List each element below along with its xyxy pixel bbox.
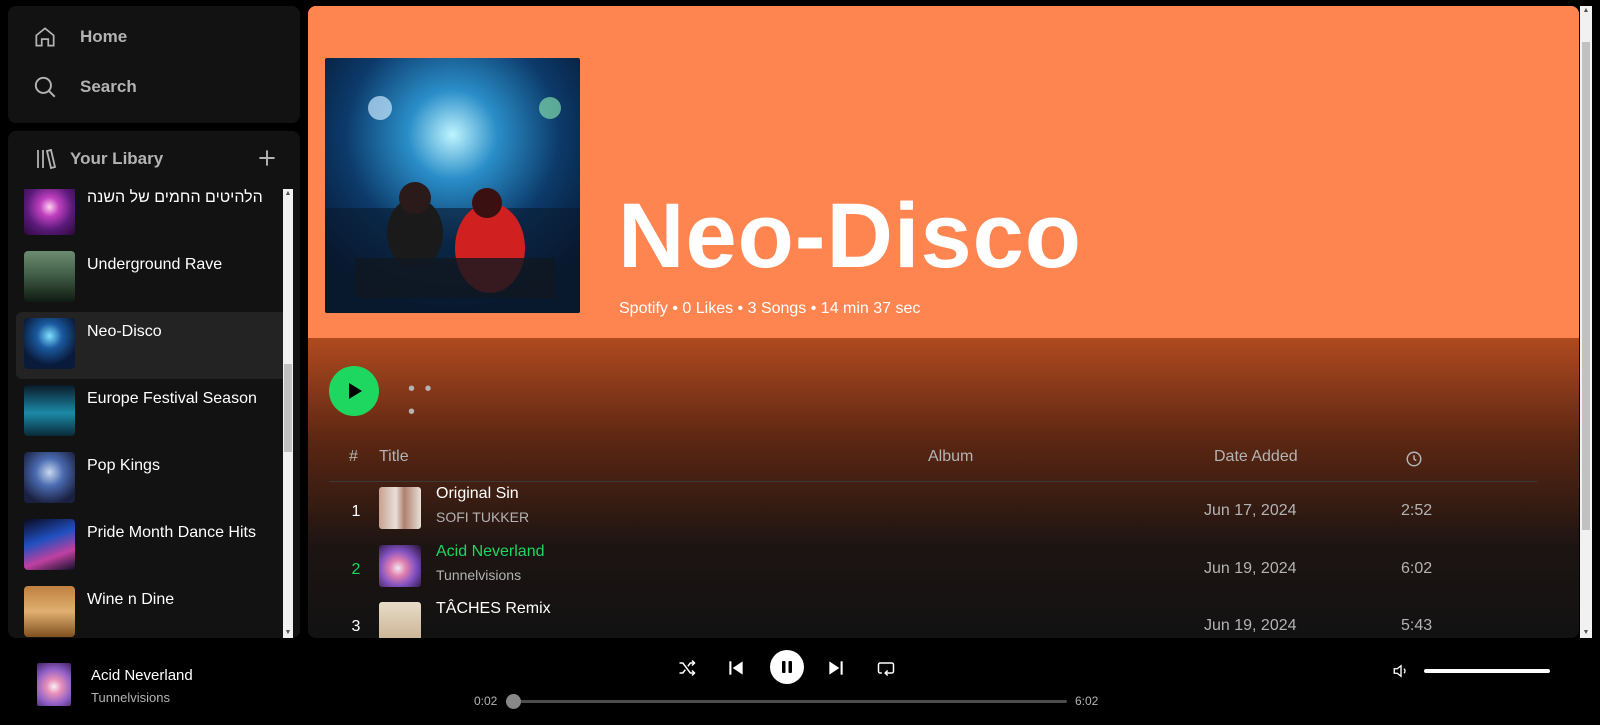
skip-back-icon bbox=[729, 661, 743, 675]
library-item-label: Europe Festival Season bbox=[87, 390, 257, 407]
track-number: 2 bbox=[351, 561, 361, 578]
nav-search-label: Search bbox=[80, 77, 137, 96]
track-duration: 6:02 bbox=[1401, 560, 1433, 577]
main-scroll-thumb[interactable] bbox=[1582, 42, 1590, 530]
now-playing-cover bbox=[37, 663, 71, 706]
playlist-cover bbox=[24, 189, 75, 235]
track-row[interactable]: 3 TÂCHES Remix Jun 19, 2024 5:43 bbox=[329, 600, 1537, 638]
nav-search[interactable]: Search bbox=[32, 74, 137, 100]
scroll-down-icon[interactable]: ▼ bbox=[284, 629, 292, 637]
playlist-cover bbox=[24, 385, 75, 436]
column-header-number: # bbox=[349, 448, 358, 465]
track-title[interactable]: TÂCHES Remix bbox=[436, 600, 551, 618]
track-cover bbox=[379, 487, 421, 529]
column-header-date-added: Date Added bbox=[1214, 448, 1298, 465]
cover-image bbox=[325, 58, 580, 313]
pause-button[interactable] bbox=[770, 650, 804, 684]
previous-button[interactable] bbox=[723, 655, 749, 681]
clock-icon bbox=[1406, 451, 1422, 467]
pause-icon bbox=[782, 661, 792, 673]
sidebar-nav: Home Search bbox=[8, 6, 300, 123]
library-item[interactable]: Pride Month Dance Hits bbox=[16, 513, 288, 580]
column-header-album: Album bbox=[928, 448, 974, 465]
repeat-button[interactable] bbox=[873, 655, 899, 681]
track-row-playing[interactable]: 2 Acid Neverland Tunnelvisions Jun 19, 2… bbox=[329, 543, 1537, 601]
playlist-cover bbox=[24, 251, 75, 302]
skip-forward-icon bbox=[829, 661, 843, 675]
scroll-down-icon[interactable]: ▼ bbox=[1582, 629, 1590, 637]
play-icon bbox=[349, 383, 362, 399]
library-header[interactable]: Your Libary bbox=[34, 147, 163, 171]
app-window: Home Search Your Libary הלהיטים החמים של… bbox=[0, 0, 1600, 725]
main-scrollbar[interactable]: ▲ ▼ bbox=[1580, 6, 1592, 638]
library-list: הלהיטים החמים של השנה Underground Rave N… bbox=[16, 189, 288, 638]
now-playing-artist[interactable]: Tunnelvisions bbox=[91, 690, 170, 705]
library-item-label: Neo-Disco bbox=[87, 323, 162, 340]
library-item[interactable]: הלהיטים החמים של השנה bbox=[16, 189, 288, 245]
track-cover bbox=[379, 602, 421, 638]
total-time: 6:02 bbox=[1075, 694, 1099, 708]
more-options-button[interactable]: • • • bbox=[408, 378, 438, 423]
playlist-cover bbox=[24, 452, 75, 503]
track-number: 1 bbox=[351, 503, 361, 520]
playlist-cover-art bbox=[325, 58, 580, 313]
track-date-added: Jun 19, 2024 bbox=[1204, 560, 1297, 577]
playlist-cover bbox=[24, 586, 75, 637]
track-date-added: Jun 17, 2024 bbox=[1204, 502, 1297, 519]
plus-icon[interactable] bbox=[254, 145, 280, 171]
play-button[interactable] bbox=[329, 366, 379, 416]
volume-icon[interactable] bbox=[1392, 662, 1410, 680]
now-playing-title[interactable]: Acid Neverland bbox=[91, 667, 193, 684]
scroll-up-icon[interactable]: ▲ bbox=[284, 190, 292, 198]
playlist-view: Neo-Disco Spotify • 0 Likes • 3 Songs • … bbox=[308, 6, 1579, 638]
shuffle-icon bbox=[679, 659, 696, 677]
progress-handle[interactable] bbox=[506, 694, 522, 709]
library-title: Your Libary bbox=[70, 149, 164, 168]
volume-slider[interactable] bbox=[1424, 669, 1550, 673]
track-date-added: Jun 19, 2024 bbox=[1204, 617, 1297, 634]
track-row[interactable]: 1 Original Sin SOFI TUKKER Jun 17, 2024 … bbox=[329, 485, 1537, 543]
library-item-label: Pop Kings bbox=[87, 457, 160, 474]
home-icon bbox=[35, 27, 55, 47]
track-artist[interactable]: SOFI TUKKER bbox=[436, 509, 529, 525]
nav-home[interactable]: Home bbox=[32, 24, 127, 50]
library-item[interactable]: Wine n Dine bbox=[16, 580, 288, 638]
library-icon bbox=[37, 148, 57, 170]
library-panel: Your Libary הלהיטים החמים של השנה Underg… bbox=[8, 131, 300, 638]
library-item-label: הלהיטים החמים של השנה bbox=[87, 189, 263, 206]
library-item-active[interactable]: Neo-Disco bbox=[16, 312, 288, 379]
library-scroll-thumb[interactable] bbox=[284, 364, 292, 452]
search-icon bbox=[34, 76, 56, 98]
library-item[interactable]: Pop Kings bbox=[16, 446, 288, 513]
library-item-label: Wine n Dine bbox=[87, 591, 175, 608]
playlist-meta: Spotify • 0 Likes • 3 Songs • 14 min 37 … bbox=[619, 300, 921, 317]
column-header-title: Title bbox=[379, 448, 409, 465]
library-item[interactable]: Europe Festival Season bbox=[16, 379, 288, 446]
playlist-cover bbox=[24, 318, 75, 369]
progress-bar[interactable] bbox=[506, 694, 1067, 709]
tracklist-header: # Title Album Date Added bbox=[329, 446, 1537, 482]
playlist-title: Neo-Disco bbox=[618, 185, 1082, 287]
track-artist[interactable]: Tunnelvisions bbox=[436, 567, 521, 583]
track-cover bbox=[379, 545, 421, 587]
nav-home-label: Home bbox=[80, 27, 128, 46]
next-button[interactable] bbox=[823, 655, 849, 681]
playlist-cover bbox=[24, 519, 75, 570]
library-item-label: Pride Month Dance Hits bbox=[87, 524, 256, 541]
player-bar: Acid Neverland Tunnelvisions 0:02 6:02 bbox=[0, 640, 1600, 725]
track-duration: 5:43 bbox=[1401, 617, 1433, 634]
scroll-up-icon[interactable]: ▲ bbox=[1582, 7, 1590, 15]
track-title[interactable]: Acid Neverland bbox=[436, 543, 545, 561]
library-scrollbar[interactable]: ▲ ▼ bbox=[283, 189, 293, 638]
elapsed-time: 0:02 bbox=[474, 694, 498, 708]
repeat-icon bbox=[877, 662, 895, 677]
track-number: 3 bbox=[351, 618, 361, 635]
track-duration: 2:52 bbox=[1401, 502, 1433, 519]
shuffle-button[interactable] bbox=[674, 655, 700, 681]
library-item[interactable]: Underground Rave bbox=[16, 245, 288, 312]
library-item-label: Underground Rave bbox=[87, 256, 223, 273]
track-title[interactable]: Original Sin bbox=[436, 485, 519, 503]
